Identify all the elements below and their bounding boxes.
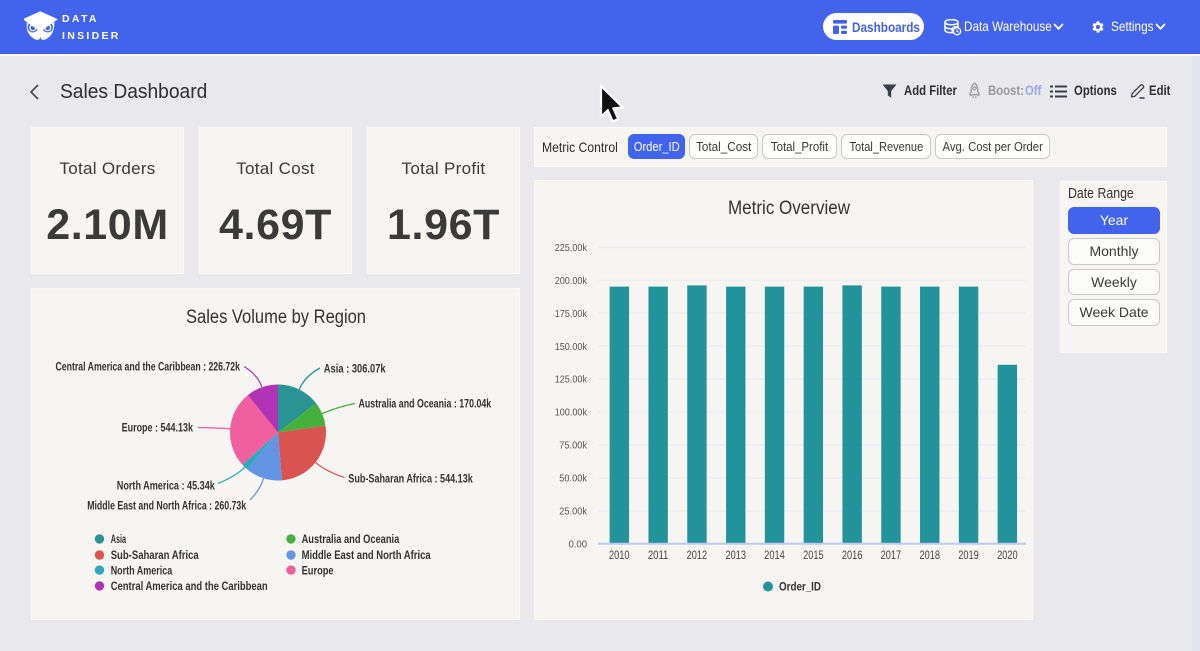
svg-text:Sub-Saharan Africa: Sub-Saharan Africa bbox=[111, 548, 199, 562]
svg-text:200.00k: 200.00k bbox=[555, 275, 588, 287]
svg-text:North America: North America bbox=[111, 563, 173, 577]
svg-text:0.00: 0.00 bbox=[569, 538, 588, 550]
svg-text:Sales Volume by Region: Sales Volume by Region bbox=[186, 306, 366, 328]
svg-text:Asia: Asia bbox=[111, 532, 127, 546]
svg-text:25.00k: 25.00k bbox=[559, 505, 587, 517]
svg-text:2015: 2015 bbox=[803, 548, 824, 562]
svg-text:Central America and the Caribb: Central America and the Caribbean : 226.… bbox=[56, 361, 241, 373]
svg-text:225.00k: 225.00k bbox=[555, 242, 588, 254]
svg-text:175.00k: 175.00k bbox=[555, 308, 588, 320]
svg-text:Middle East and North Africa :: Middle East and North Africa : 260.73k bbox=[87, 500, 246, 512]
svg-text:2018: 2018 bbox=[920, 548, 941, 562]
svg-text:Australia and Oceania: Australia and Oceania bbox=[302, 532, 400, 546]
svg-text:Middle East and North Africa: Middle East and North Africa bbox=[302, 548, 431, 562]
svg-text:Metric Overview: Metric Overview bbox=[728, 197, 851, 219]
svg-text:2013: 2013 bbox=[726, 548, 747, 562]
svg-text:50.00k: 50.00k bbox=[559, 473, 587, 485]
svg-text:2020: 2020 bbox=[997, 548, 1018, 562]
svg-text:2017: 2017 bbox=[881, 548, 902, 562]
svg-text:100.00k: 100.00k bbox=[555, 407, 588, 419]
svg-text:2012: 2012 bbox=[687, 548, 708, 562]
svg-text:150.00k: 150.00k bbox=[555, 341, 588, 353]
svg-text:2011: 2011 bbox=[648, 548, 669, 562]
svg-text:Sub-Saharan Africa : 544.13k: Sub-Saharan Africa : 544.13k bbox=[348, 474, 473, 486]
svg-text:Australia and Oceania : 170.04: Australia and Oceania : 170.04k bbox=[359, 399, 492, 411]
svg-text:2010: 2010 bbox=[609, 548, 630, 562]
svg-text:Asia : 306.07k: Asia : 306.07k bbox=[324, 363, 386, 375]
svg-text:Order_ID: Order_ID bbox=[779, 580, 821, 594]
svg-text:Central America and the Caribb: Central America and the Caribbean bbox=[111, 579, 268, 593]
svg-text:Europe : 544.13k: Europe : 544.13k bbox=[122, 423, 194, 435]
svg-text:2014: 2014 bbox=[764, 548, 785, 562]
svg-text:North America : 45.34k: North America : 45.34k bbox=[117, 480, 215, 492]
svg-text:2019: 2019 bbox=[958, 548, 979, 562]
svg-text:Europe: Europe bbox=[302, 563, 334, 577]
svg-text:2016: 2016 bbox=[842, 548, 863, 562]
svg-text:75.00k: 75.00k bbox=[559, 440, 587, 452]
svg-text:125.00k: 125.00k bbox=[555, 374, 588, 386]
